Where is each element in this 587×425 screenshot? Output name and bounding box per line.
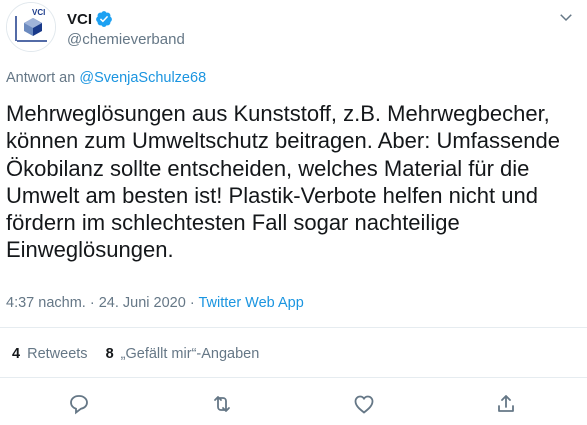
tweet-stats: 4 Retweets 8 „Gefällt mir“-Angaben	[12, 346, 277, 362]
handle[interactable]: @chemieverband	[67, 31, 185, 48]
action-bar	[0, 390, 587, 420]
divider	[0, 377, 587, 378]
chevron-down-icon[interactable]	[557, 8, 575, 26]
tweet-meta: 4:37 nachm. · 24. Juni 2020 · Twitter We…	[6, 295, 304, 311]
reply-icon[interactable]	[67, 392, 91, 416]
vci-logo-icon: VCI	[7, 3, 55, 51]
likes-stat[interactable]: 8 „Gefällt mir“-Angaben	[106, 346, 260, 362]
name-row: VCI	[67, 10, 113, 28]
retweet-icon[interactable]	[210, 392, 234, 416]
verified-badge-icon	[95, 10, 113, 28]
likes-count: 8	[105, 346, 114, 362]
retweets-label: Retweets	[27, 346, 88, 362]
retweets-stat[interactable]: 4 Retweets	[12, 346, 88, 362]
meta-separator-2: ·	[189, 295, 195, 311]
tweet-header: VCI VCI @chemieverband	[0, 0, 587, 60]
display-name[interactable]: VCI	[67, 11, 92, 28]
tweet-time[interactable]: 4:37 nachm.	[6, 295, 86, 311]
like-icon[interactable]	[352, 392, 376, 416]
likes-label: „Gefällt mir“-Angaben	[120, 346, 260, 362]
retweets-count: 4	[12, 346, 21, 362]
tweet-source-link[interactable]: Twitter Web App	[198, 295, 303, 311]
meta-separator: ·	[89, 295, 95, 311]
reply-prefix: Antwort an	[6, 70, 76, 86]
tweet-text: Mehrweglösungen aus Kunststoff, z.B. Meh…	[6, 101, 560, 263]
logo-text: VCI	[32, 8, 45, 17]
reply-mention-link[interactable]: @SvenjaSchulze68	[79, 70, 206, 86]
avatar[interactable]: VCI	[6, 2, 56, 52]
reply-context: Antwort an @SvenjaSchulze68	[6, 70, 206, 86]
divider	[0, 327, 587, 328]
tweet-date[interactable]: 24. Juni 2020	[99, 295, 186, 311]
share-icon[interactable]	[494, 392, 518, 416]
